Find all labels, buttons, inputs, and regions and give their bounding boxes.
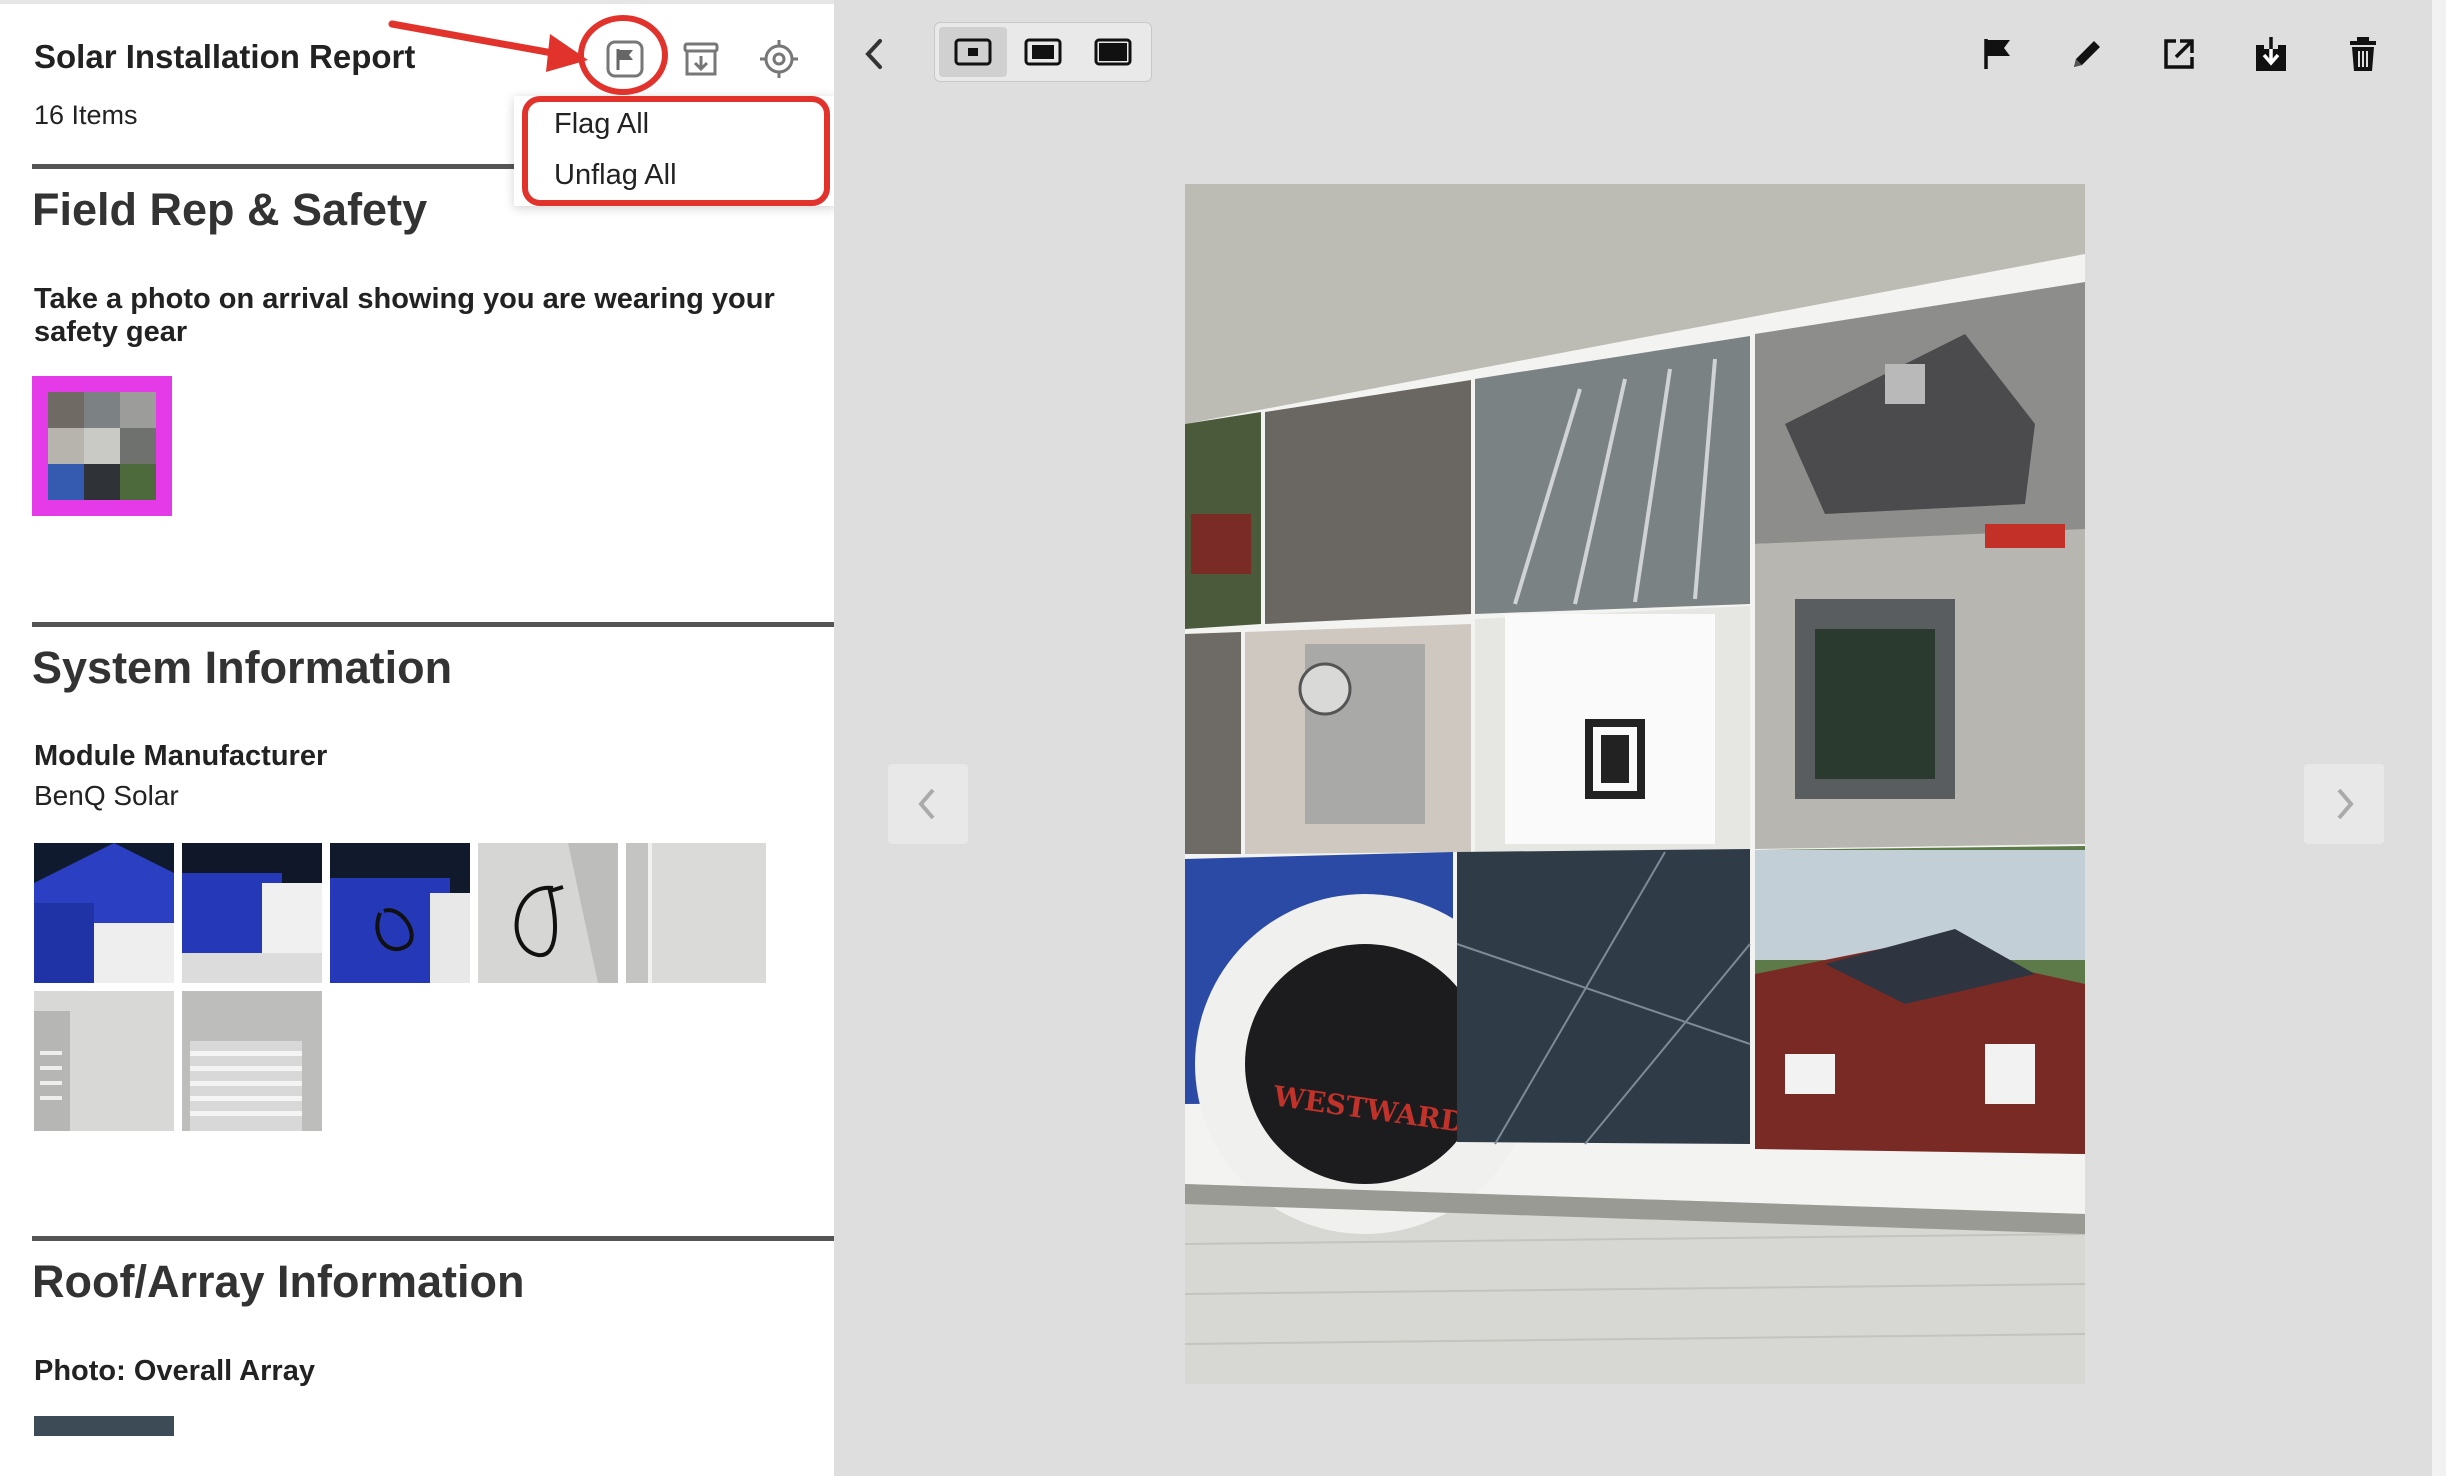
- main-photo: WESTWARD: [1185, 184, 2085, 1384]
- report-title: Solar Installation Report: [34, 38, 416, 75]
- view-size-segmented-control: [934, 22, 1152, 82]
- section-divider: [32, 164, 528, 169]
- previous-photo-button[interactable]: [888, 764, 968, 844]
- booth-photo-image: [34, 843, 174, 983]
- download-button[interactable]: [2246, 32, 2296, 76]
- edit-button[interactable]: [2062, 32, 2112, 76]
- large-view-button[interactable]: [1079, 27, 1147, 77]
- section-divider: [32, 622, 834, 627]
- archive-download-icon: [683, 42, 719, 76]
- window-photo-image: [34, 991, 174, 1131]
- wall-photo-image: [626, 843, 766, 983]
- section-divider: [32, 1236, 834, 1241]
- archive-download-button[interactable]: [676, 34, 726, 84]
- chevron-right-icon: [2337, 788, 2354, 820]
- flag-icon: [1984, 39, 2010, 69]
- trash-icon: [2350, 37, 2376, 71]
- photo-thumbnail[interactable]: [478, 843, 618, 983]
- photo-thumbnail[interactable]: [330, 843, 470, 983]
- top-border: [0, 0, 834, 4]
- annotated-booth-image: [330, 843, 470, 983]
- photo-thumbnail[interactable]: [34, 1416, 174, 1436]
- delete-button[interactable]: [2338, 32, 2388, 76]
- photo-thumbnail-selected[interactable]: [32, 376, 172, 516]
- section-title: Field Rep & Safety: [32, 184, 428, 235]
- solar-collage-photo: WESTWARD: [1185, 184, 2085, 1384]
- locate-button[interactable]: [754, 34, 804, 84]
- download-icon: [2256, 37, 2286, 71]
- large-view-icon: [1094, 38, 1132, 66]
- small-view-icon: [954, 38, 992, 66]
- target-icon: [760, 40, 798, 78]
- photo-viewer: WESTWARD: [834, 0, 2446, 1476]
- medium-view-icon: [1024, 38, 1062, 66]
- flag-button[interactable]: [1972, 32, 2022, 76]
- back-button[interactable]: [850, 32, 900, 76]
- open-external-button[interactable]: [2154, 32, 2204, 76]
- annotation-highlight-box: [522, 96, 830, 206]
- external-link-icon: [2164, 39, 2194, 69]
- back-chevron-icon: [865, 39, 882, 69]
- photo-thumbnail[interactable]: [34, 843, 174, 983]
- question-label: Photo: Overall Array: [34, 1355, 315, 1387]
- medium-view-button[interactable]: [1009, 27, 1077, 77]
- section-title: System Information: [32, 642, 453, 693]
- collage-thumbnail-image: [48, 392, 156, 500]
- annotated-wall-image: [478, 843, 618, 983]
- question-label: Module Manufacturer: [34, 740, 328, 772]
- photo-thumbnail[interactable]: [626, 843, 766, 983]
- question-label: Take a photo on arrival showing you are …: [34, 283, 775, 348]
- annotation-arrow: [388, 20, 588, 72]
- small-view-button[interactable]: [939, 27, 1007, 77]
- section-title: Roof/Array Information: [32, 1256, 525, 1307]
- scrollbar[interactable]: [2432, 0, 2446, 1476]
- chevron-left-icon: [918, 788, 935, 820]
- answer-value: BenQ Solar: [34, 780, 179, 811]
- photo-thumbnail[interactable]: [182, 843, 322, 983]
- pencil-icon: [2074, 41, 2100, 67]
- photo-thumbnail[interactable]: [34, 991, 174, 1131]
- next-photo-button[interactable]: [2304, 764, 2384, 844]
- photo-thumbnail[interactable]: [182, 991, 322, 1131]
- window-blinds-image: [182, 991, 322, 1131]
- booth-photo-image: [182, 843, 322, 983]
- item-count: 16 Items: [34, 100, 138, 130]
- report-panel: Solar Installation Report 16 Items Field…: [0, 0, 834, 1476]
